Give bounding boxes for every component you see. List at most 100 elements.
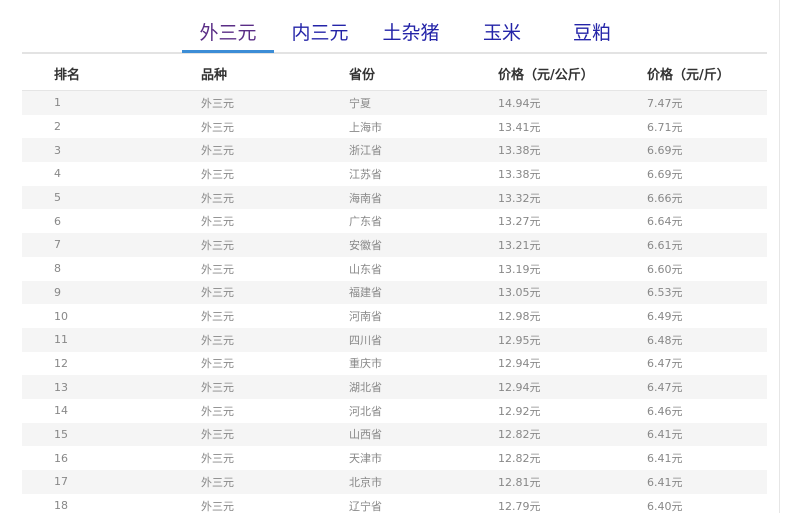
cell-rank: 16 (22, 446, 201, 470)
cell-province: 湖北省 (349, 375, 498, 399)
table-row: 4外三元江苏省13.38元6.69元 (22, 162, 767, 186)
tab-label: 土杂猪 (382, 22, 439, 44)
cell-rank: 2 (22, 115, 201, 139)
table-row: 15外三元山西省12.82元6.41元 (22, 423, 767, 447)
cell-province: 宁夏 (349, 91, 498, 115)
header-province: 省份 (349, 57, 498, 91)
header-price-per-jin: 价格（元/斤） (647, 57, 767, 91)
cell-price-per-jin: 6.46元 (647, 399, 767, 423)
cell-rank: 12 (22, 352, 201, 376)
table-row: 7外三元安徽省13.21元6.61元 (22, 233, 767, 257)
table-row: 14外三元河北省12.92元6.46元 (22, 399, 767, 423)
tab-tu-za-zhu[interactable]: 土杂猪 (376, 19, 446, 51)
cell-variety: 外三元 (201, 494, 349, 517)
cell-price-per-jin: 6.60元 (647, 257, 767, 281)
cell-rank: 4 (22, 162, 201, 186)
table-row: 9外三元福建省13.05元6.53元 (22, 281, 767, 305)
cell-variety: 外三元 (201, 115, 349, 139)
cell-province: 海南省 (349, 186, 498, 210)
tab-nei-san-yuan[interactable]: 内三元 (285, 19, 355, 51)
cell-variety: 外三元 (201, 470, 349, 494)
cell-province: 四川省 (349, 328, 498, 352)
cell-province: 浙江省 (349, 138, 498, 162)
cell-price-per-jin: 6.71元 (647, 115, 767, 139)
cell-price-per-jin: 6.47元 (647, 375, 767, 399)
cell-province: 河南省 (349, 304, 498, 328)
table-row: 10外三元河南省12.98元6.49元 (22, 304, 767, 328)
cell-province: 山西省 (349, 423, 498, 447)
cell-price-per-kg: 14.94元 (498, 91, 647, 115)
cell-province: 山东省 (349, 257, 498, 281)
cell-price-per-kg: 12.95元 (498, 328, 647, 352)
tab-label: 玉米 (483, 22, 521, 44)
table-row: 5外三元海南省13.32元6.66元 (22, 186, 767, 210)
table-row: 12外三元重庆市12.94元6.47元 (22, 352, 767, 376)
table-row: 8外三元山东省13.19元6.60元 (22, 257, 767, 281)
cell-variety: 外三元 (201, 399, 349, 423)
cell-rank: 15 (22, 423, 201, 447)
cell-variety: 外三元 (201, 375, 349, 399)
cell-rank: 14 (22, 399, 201, 423)
cell-variety: 外三元 (201, 91, 349, 115)
cell-province: 安徽省 (349, 233, 498, 257)
cell-variety: 外三元 (201, 328, 349, 352)
cell-price-per-jin: 6.69元 (647, 138, 767, 162)
cell-price-per-jin: 6.41元 (647, 470, 767, 494)
cell-price-per-jin: 6.41元 (647, 446, 767, 470)
cell-province: 江苏省 (349, 162, 498, 186)
cell-rank: 1 (22, 91, 201, 115)
cell-price-per-kg: 13.27元 (498, 209, 647, 233)
table-row: 11外三元四川省12.95元6.48元 (22, 328, 767, 352)
cell-variety: 外三元 (201, 209, 349, 233)
cell-rank: 11 (22, 328, 201, 352)
cell-price-per-kg: 13.38元 (498, 138, 647, 162)
tab-label: 内三元 (291, 22, 348, 44)
cell-variety: 外三元 (201, 446, 349, 470)
cell-price-per-jin: 6.64元 (647, 209, 767, 233)
table-row: 2外三元上海市13.41元6.71元 (22, 115, 767, 139)
cell-province: 上海市 (349, 115, 498, 139)
cell-rank: 7 (22, 233, 201, 257)
tab-bar: 外三元 内三元 土杂猪 玉米 豆粕 (22, 0, 767, 54)
cell-variety: 外三元 (201, 233, 349, 257)
cell-price-per-kg: 12.81元 (498, 470, 647, 494)
cell-price-per-jin: 6.47元 (647, 352, 767, 376)
cell-rank: 13 (22, 375, 201, 399)
cell-price-per-kg: 12.82元 (498, 446, 647, 470)
cell-rank: 6 (22, 209, 201, 233)
cell-price-per-kg: 13.05元 (498, 281, 647, 305)
cell-rank: 5 (22, 186, 201, 210)
cell-variety: 外三元 (201, 186, 349, 210)
cell-price-per-kg: 13.19元 (498, 257, 647, 281)
page-frame: 外三元 内三元 土杂猪 玉米 豆粕 排名 品种 省份 价 (0, 0, 780, 513)
cell-price-per-kg: 12.82元 (498, 423, 647, 447)
tab-wai-san-yuan[interactable]: 外三元 (182, 19, 274, 51)
tab-dou-po[interactable]: 豆粕 (567, 19, 617, 51)
cell-rank: 17 (22, 470, 201, 494)
cell-price-per-jin: 6.69元 (647, 162, 767, 186)
cell-province: 广东省 (349, 209, 498, 233)
header-price-per-kg: 价格（元/公斤） (498, 57, 647, 91)
cell-variety: 外三元 (201, 304, 349, 328)
cell-province: 河北省 (349, 399, 498, 423)
tab-label: 外三元 (199, 22, 256, 44)
cell-price-per-jin: 6.49元 (647, 304, 767, 328)
cell-price-per-jin: 6.66元 (647, 186, 767, 210)
table-row: 3外三元浙江省13.38元6.69元 (22, 138, 767, 162)
cell-price-per-kg: 13.38元 (498, 162, 647, 186)
table-row: 6外三元广东省13.27元6.64元 (22, 209, 767, 233)
cell-price-per-jin: 6.48元 (647, 328, 767, 352)
cell-province: 重庆市 (349, 352, 498, 376)
cell-price-per-jin: 6.53元 (647, 281, 767, 305)
cell-province: 北京市 (349, 470, 498, 494)
table-body: 1外三元宁夏14.94元7.47元2外三元上海市13.41元6.71元3外三元浙… (22, 91, 767, 517)
cell-price-per-jin: 6.40元 (647, 494, 767, 517)
cell-price-per-kg: 12.98元 (498, 304, 647, 328)
cell-variety: 外三元 (201, 138, 349, 162)
cell-province: 天津市 (349, 446, 498, 470)
cell-price-per-jin: 7.47元 (647, 91, 767, 115)
table-row: 17外三元北京市12.81元6.41元 (22, 470, 767, 494)
cell-price-per-kg: 12.94元 (498, 375, 647, 399)
cell-rank: 3 (22, 138, 201, 162)
tab-yu-mi[interactable]: 玉米 (477, 19, 527, 51)
